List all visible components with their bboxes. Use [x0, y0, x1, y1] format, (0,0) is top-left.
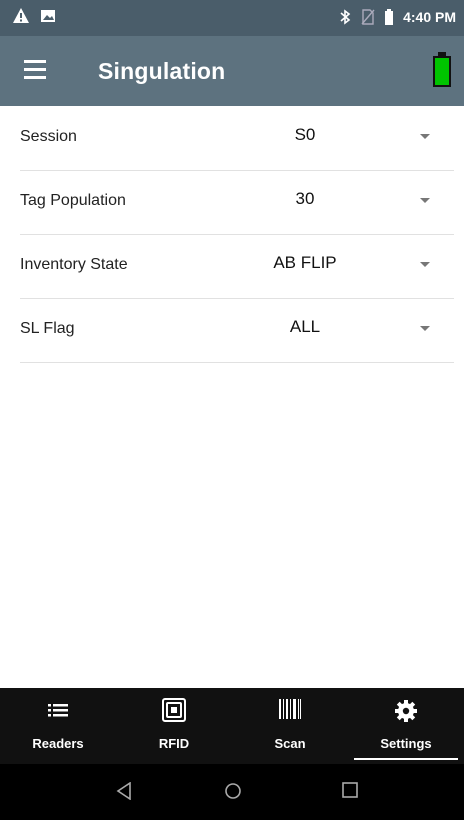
dropdown-arrow-icon[interactable]: [420, 326, 430, 331]
app-bar: Singulation: [0, 36, 464, 106]
home-icon[interactable]: [224, 782, 242, 800]
setting-value[interactable]: ALL: [260, 317, 350, 337]
image-icon: [41, 10, 55, 22]
system-navigation-bar: [0, 764, 464, 820]
setting-label: SL Flag: [20, 320, 75, 337]
dropdown-arrow-icon[interactable]: [420, 262, 430, 267]
tab-label: RFID: [158, 736, 190, 751]
dropdown-arrow-icon[interactable]: [420, 198, 430, 203]
menu-icon[interactable]: [24, 60, 46, 80]
tab-label: Settings: [380, 736, 432, 751]
setting-row-session[interactable]: Session S0: [20, 106, 454, 171]
tab-scan[interactable]: Scan: [232, 688, 348, 764]
bottom-navigation: Readers RFID Scan Settings: [0, 688, 464, 764]
page-title: Singulation: [98, 58, 226, 84]
tab-label: Readers: [32, 736, 84, 751]
list-icon: [48, 704, 68, 717]
setting-label: Session: [20, 128, 77, 145]
battery-icon: [433, 52, 451, 87]
status-bar: 4:40 PM: [0, 0, 464, 36]
bluetooth-icon: [340, 9, 351, 25]
settings-list: Session S0 Tag Population 30 Inventory S…: [0, 106, 464, 688]
no-sim-icon: [361, 9, 375, 25]
setting-label: Tag Population: [20, 192, 126, 209]
setting-value[interactable]: S0: [260, 125, 350, 145]
status-left: [12, 7, 56, 25]
status-time: 4:40 PM: [403, 9, 456, 25]
status-right: 4:40 PM: [339, 9, 456, 25]
warning-icon: [13, 8, 29, 23]
setting-row-sl-flag[interactable]: SL Flag ALL: [20, 298, 454, 363]
dropdown-arrow-icon[interactable]: [420, 134, 430, 139]
tab-rfid[interactable]: RFID: [116, 688, 232, 764]
setting-value[interactable]: AB FLIP: [260, 253, 350, 273]
setting-label: Inventory State: [20, 256, 128, 273]
recents-icon[interactable]: [342, 782, 358, 798]
setting-row-inventory-state[interactable]: Inventory State AB FLIP: [20, 234, 454, 299]
gear-icon: [395, 700, 417, 722]
active-tab-indicator: [354, 758, 458, 760]
barcode-icon: [279, 699, 301, 719]
tab-readers[interactable]: Readers: [0, 688, 116, 764]
setting-value[interactable]: 30: [260, 189, 350, 209]
back-icon[interactable]: [116, 782, 132, 800]
tab-label: Scan: [274, 736, 306, 751]
setting-row-tag-population[interactable]: Tag Population 30: [20, 170, 454, 235]
battery-status-icon: [385, 9, 394, 25]
tab-settings[interactable]: Settings: [348, 688, 464, 764]
rfid-icon: [162, 698, 186, 722]
